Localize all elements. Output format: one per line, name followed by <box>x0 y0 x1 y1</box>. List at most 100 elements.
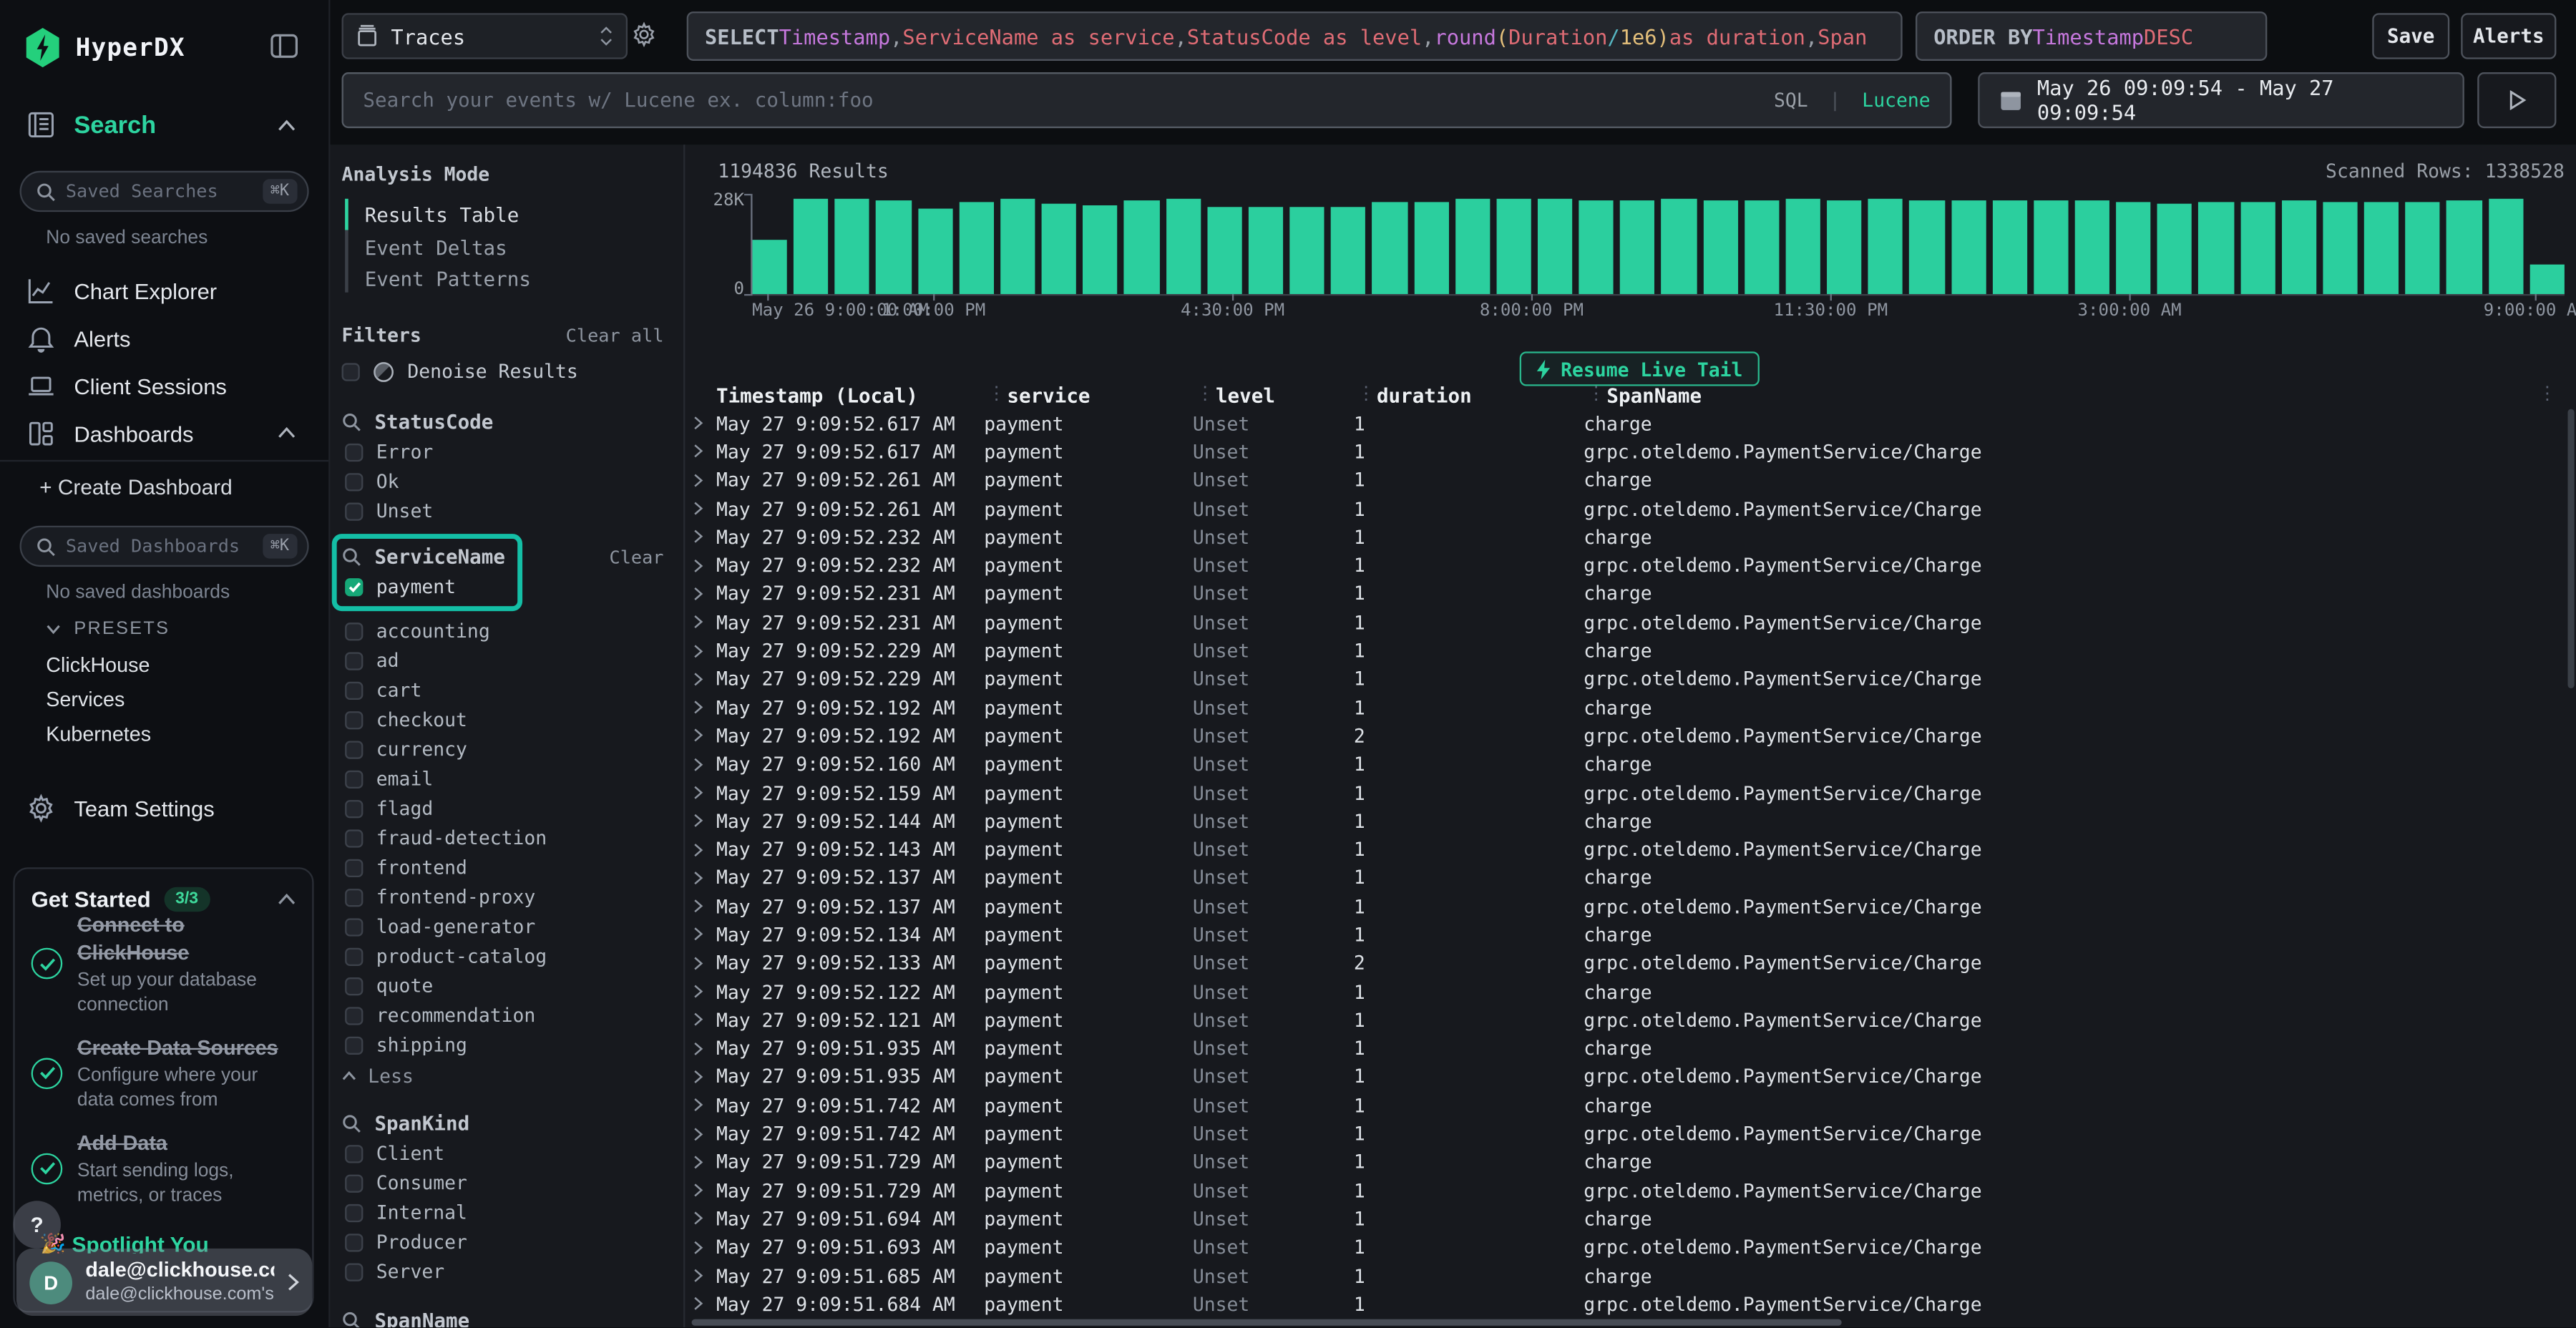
histogram-bar[interactable] <box>1951 200 1986 294</box>
filter-checkbox[interactable] <box>345 977 363 995</box>
filter-checkbox[interactable] <box>345 1006 363 1024</box>
filter-value-internal[interactable]: Internal <box>342 1198 684 1227</box>
row-expand-chevron-icon[interactable] <box>692 501 716 516</box>
row-expand-chevron-icon[interactable] <box>692 984 716 999</box>
table-row[interactable]: May 27 9:09:52.232 AMpaymentUnset1charge <box>692 523 2560 552</box>
histogram-bar[interactable] <box>1207 207 1242 294</box>
filter-group-header-statuscode[interactable]: StatusCode <box>342 407 684 436</box>
filter-checkbox[interactable] <box>345 947 363 965</box>
column-header-service[interactable]: ⋮service <box>984 384 1193 406</box>
language-toggle-lucene[interactable]: Lucene <box>1862 89 1930 112</box>
filter-checkbox[interactable] <box>345 1036 363 1054</box>
filter-group-header-servicename[interactable]: ServiceName <box>342 542 505 572</box>
histogram-bar[interactable] <box>1042 204 1077 294</box>
preset-clickhouse[interactable]: ClickHouse <box>46 654 150 677</box>
filter-value-quote[interactable]: quote <box>342 971 684 1000</box>
histogram-bar[interactable] <box>1124 200 1159 294</box>
row-expand-chevron-icon[interactable] <box>692 814 716 829</box>
get-started-item[interactable]: Connect to ClickHouseSet up your databas… <box>31 912 296 1020</box>
histogram-bar[interactable] <box>794 198 829 294</box>
filter-value-load-generator[interactable]: load-generator <box>342 912 684 941</box>
source-select[interactable]: Traces <box>342 13 628 59</box>
vertical-scrollbar[interactable] <box>2567 409 2574 688</box>
histogram-bar[interactable] <box>2157 204 2192 294</box>
table-row[interactable]: May 27 9:09:51.685 AMpaymentUnset1charge <box>692 1261 2560 1290</box>
saved-searches-input[interactable]: Saved Searches ⌘K <box>20 171 309 212</box>
row-expand-chevron-icon[interactable] <box>692 757 716 772</box>
sidebar-item-team-settings[interactable]: Team Settings <box>26 794 215 823</box>
histogram-bar[interactable] <box>2116 202 2151 294</box>
row-expand-chevron-icon[interactable] <box>692 700 716 715</box>
filter-group-header-spankind[interactable]: SpanKind <box>342 1109 684 1138</box>
histogram-bar[interactable] <box>1249 206 1284 294</box>
filter-checkbox[interactable] <box>345 443 363 461</box>
row-expand-chevron-icon[interactable] <box>692 416 716 431</box>
denoise-results-toggle[interactable]: Denoise Results <box>342 356 578 386</box>
save-button[interactable]: Save <box>2372 13 2449 59</box>
histogram-bar[interactable] <box>918 209 953 294</box>
histogram-bar[interactable] <box>2406 202 2441 294</box>
language-toggle-sql[interactable]: SQL <box>1774 89 1808 112</box>
filter-value-ok[interactable]: Ok <box>342 467 684 496</box>
histogram-bar[interactable] <box>1579 200 1614 294</box>
histogram-bar[interactable] <box>2529 265 2565 294</box>
histogram-bar[interactable] <box>2364 201 2399 294</box>
collapse-sidebar-icon[interactable] <box>270 31 299 61</box>
histogram-bar[interactable] <box>2447 200 2482 294</box>
filter-checkbox[interactable] <box>345 770 363 788</box>
chevron-up-icon[interactable] <box>278 894 296 905</box>
histogram-bar[interactable] <box>1455 198 1490 294</box>
row-expand-chevron-icon[interactable] <box>692 1183 716 1198</box>
mode-event-deltas[interactable]: Event Deltas <box>365 237 507 260</box>
sidebar-item-alerts[interactable]: Alerts <box>26 323 131 353</box>
filter-value-shipping[interactable]: shipping <box>342 1030 684 1060</box>
filter-value-product-catalog[interactable]: product-catalog <box>342 942 684 971</box>
table-row[interactable]: May 27 9:09:52.192 AMpaymentUnset2grpc.o… <box>692 722 2560 751</box>
filter-checkbox[interactable] <box>345 1173 363 1191</box>
row-expand-chevron-icon[interactable] <box>692 586 716 601</box>
filter-value-flagd[interactable]: flagd <box>342 794 684 823</box>
histogram-bar[interactable] <box>1372 202 1407 294</box>
table-row[interactable]: May 27 9:09:52.192 AMpaymentUnset1charge <box>692 693 2560 722</box>
row-expand-chevron-icon[interactable] <box>692 1041 716 1056</box>
row-expand-chevron-icon[interactable] <box>692 643 716 658</box>
table-row[interactable]: May 27 9:09:52.143 AMpaymentUnset1grpc.o… <box>692 835 2560 864</box>
table-row[interactable]: May 27 9:09:52.137 AMpaymentUnset1charge <box>692 864 2560 892</box>
filter-checkbox[interactable] <box>345 472 363 490</box>
chevron-up-icon[interactable] <box>278 120 296 132</box>
table-row[interactable]: May 27 9:09:51.694 AMpaymentUnset1charge <box>692 1205 2560 1234</box>
alerts-button[interactable]: Alerts <box>2461 13 2556 59</box>
column-grip-icon[interactable]: ⋮ <box>1357 382 1375 404</box>
get-started-item[interactable]: Create Data SourcesConfigure where your … <box>31 1035 296 1115</box>
column-header-level[interactable]: ⋮level <box>1193 384 1354 406</box>
row-expand-chevron-icon[interactable] <box>692 444 716 459</box>
order-by-editor[interactable]: ORDER BY Timestamp DESC <box>1916 11 2267 61</box>
results-histogram[interactable] <box>753 197 2565 296</box>
histogram-bar[interactable] <box>2034 200 2069 294</box>
histogram-bar[interactable] <box>1827 200 1862 294</box>
filter-checkbox[interactable] <box>345 622 363 640</box>
filter-checkbox[interactable] <box>345 502 363 519</box>
sidebar-item-chart-explorer[interactable]: Chart Explorer <box>26 276 217 306</box>
filter-value-email[interactable]: email <box>342 764 684 794</box>
column-header-duration[interactable]: ⋮duration <box>1354 384 1584 406</box>
histogram-bar[interactable] <box>2199 201 2234 294</box>
table-row[interactable]: May 27 9:09:52.617 AMpaymentUnset1grpc.o… <box>692 437 2560 466</box>
clear-all-filters-link[interactable]: Clear all <box>566 326 664 347</box>
get-started-item[interactable]: Add DataStart sending logs, metrics, or … <box>31 1130 296 1210</box>
filter-checkbox[interactable] <box>345 888 363 906</box>
sidebar-item-client-sessions[interactable]: Client Sessions <box>26 371 227 401</box>
denoise-checkbox[interactable] <box>342 362 360 380</box>
histogram-bar[interactable] <box>1083 205 1118 294</box>
table-row[interactable]: May 27 9:09:52.159 AMpaymentUnset1grpc.o… <box>692 778 2560 807</box>
filter-value-consumer[interactable]: Consumer <box>342 1168 684 1197</box>
column-grip-icon[interactable]: ⋮ <box>1196 382 1214 404</box>
table-row[interactable]: May 27 9:09:52.261 AMpaymentUnset1charge <box>692 466 2560 494</box>
table-row[interactable]: May 27 9:09:52.229 AMpaymentUnset1charge <box>692 636 2560 665</box>
table-row[interactable]: May 27 9:09:52.137 AMpaymentUnset1grpc.o… <box>692 892 2560 921</box>
column-header-spanname[interactable]: ⋮SpanName <box>1584 384 2560 406</box>
table-row[interactable]: May 27 9:09:52.122 AMpaymentUnset1charge <box>692 977 2560 1006</box>
filter-checkbox[interactable] <box>345 651 363 669</box>
table-row[interactable]: May 27 9:09:52.133 AMpaymentUnset2grpc.o… <box>692 949 2560 977</box>
row-expand-chevron-icon[interactable] <box>692 1155 716 1170</box>
